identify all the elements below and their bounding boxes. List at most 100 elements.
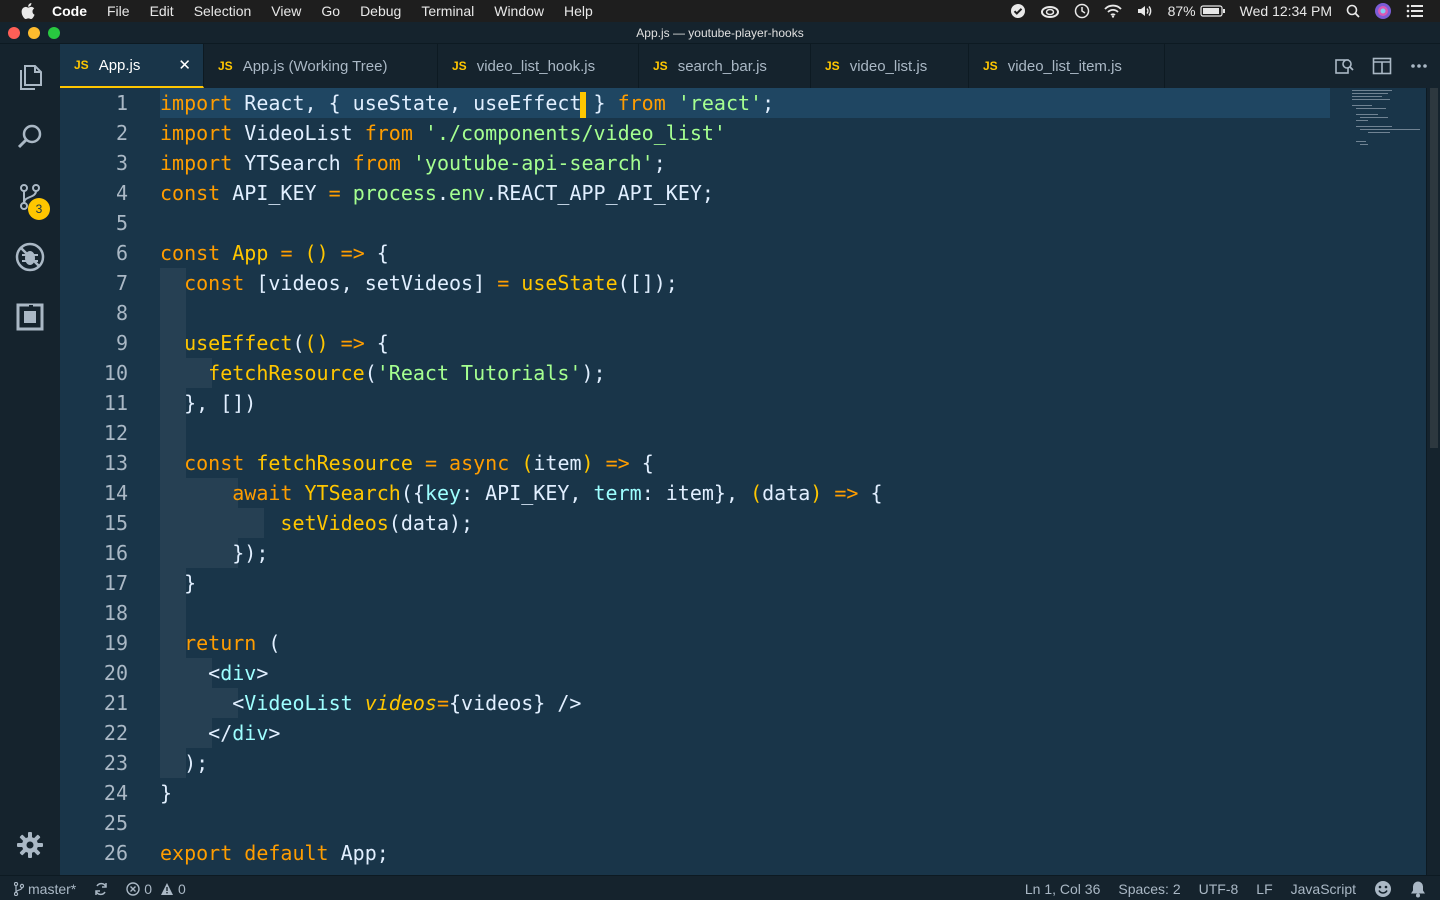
file-encoding[interactable]: UTF-8 <box>1199 881 1239 897</box>
creative-cloud-icon[interactable] <box>1040 4 1060 18</box>
current-code-line[interactable]: import React, { useState, useEffect } fr… <box>160 88 1330 118</box>
cursor-position[interactable]: Ln 1, Col 36 <box>1025 881 1101 897</box>
line-number: 1 <box>115 91 128 115</box>
code-token: ([]); <box>617 271 678 295</box>
code-line[interactable]: ); <box>160 748 208 778</box>
code-line[interactable]: useEffect(() => { <box>160 328 389 358</box>
sync-icon[interactable] <box>94 882 108 896</box>
git-branch[interactable]: master* <box>14 881 76 897</box>
menu-view[interactable]: View <box>271 3 301 19</box>
code-line[interactable]: }); <box>160 538 268 568</box>
code-line[interactable]: await YTSearch({key: API_KEY, term: item… <box>160 478 882 508</box>
close-tab-icon[interactable]: ✕ <box>178 56 191 74</box>
debug-icon[interactable] <box>0 232 60 282</box>
code-line[interactable]: const API_KEY = process.env.REACT_APP_AP… <box>160 178 714 208</box>
notifications-bell-icon[interactable] <box>1410 880 1426 898</box>
code-line[interactable]: <VideoList videos={videos} /> <box>160 688 581 718</box>
language-mode[interactable]: JavaScript <box>1291 881 1356 897</box>
code-token: < <box>160 661 221 685</box>
tab-video-list-hook[interactable]: JS video_list_hook.js <box>438 44 639 88</box>
extensions-icon[interactable] <box>0 292 60 342</box>
code-line[interactable]: </div> <box>160 718 280 748</box>
code-token: > <box>256 661 269 685</box>
wifi-icon[interactable] <box>1103 4 1122 18</box>
split-editor-icon[interactable] <box>1372 57 1392 75</box>
menu-go[interactable]: Go <box>321 3 340 19</box>
code-token: () <box>304 331 329 355</box>
code-token: data <box>762 481 811 505</box>
menu-window[interactable]: Window <box>494 3 544 19</box>
end-of-line[interactable]: LF <box>1256 881 1272 897</box>
feedback-smiley-icon[interactable] <box>1374 880 1392 898</box>
line-number: 21 <box>103 691 128 715</box>
code-line[interactable]: export default App; <box>160 838 389 868</box>
code-token: from <box>352 151 401 175</box>
line-number: 8 <box>115 301 128 325</box>
code-line[interactable]: } <box>160 568 196 598</box>
code-editor[interactable]: 1 2 3 4 5 6 7 8 9 10 11 12 13 14 15 16 17 18 19 20 21 22 23 24 2… <box>60 88 1440 875</box>
code-line[interactable]: } <box>160 778 172 808</box>
close-window-button[interactable] <box>8 27 20 39</box>
code-line[interactable]: return ( <box>160 628 280 658</box>
minimize-window-button[interactable] <box>28 27 40 39</box>
javascript-file-icon: JS <box>218 59 233 73</box>
code-line[interactable]: const [videos, setVideos] = useState([])… <box>160 268 678 298</box>
scrollbar-thumb[interactable] <box>1430 88 1438 448</box>
indentation[interactable]: Spaces: 2 <box>1118 881 1180 897</box>
problems-indicator[interactable]: 0 0 <box>126 881 186 897</box>
menu-edit[interactable]: Edit <box>150 3 174 19</box>
menu-help[interactable]: Help <box>564 3 593 19</box>
code-line[interactable]: const App = () => { <box>160 238 389 268</box>
search-icon[interactable] <box>0 112 60 162</box>
tab-label: search_bar.js <box>677 57 767 75</box>
tab-label: video_list_hook.js <box>476 57 596 75</box>
code-line[interactable]: }, []) <box>160 388 256 418</box>
tab-video-list[interactable]: JS video_list.js <box>811 44 969 88</box>
menu-debug[interactable]: Debug <box>360 3 401 19</box>
notification-center-icon[interactable] <box>1406 4 1424 18</box>
time-machine-icon[interactable] <box>1074 3 1090 19</box>
explorer-icon[interactable] <box>0 52 60 102</box>
code-line[interactable]: fetchResource('React Tutorials'); <box>160 358 605 388</box>
code-line[interactable]: import VideoList from './components/vide… <box>160 118 726 148</box>
tab-label: video_list.js <box>849 57 928 75</box>
more-actions-icon[interactable] <box>1410 63 1428 69</box>
spotlight-search-icon[interactable] <box>1346 4 1360 18</box>
clock[interactable]: Wed 12:34 PM <box>1240 3 1332 19</box>
editor-actions <box>1334 44 1440 88</box>
maximize-window-button[interactable] <box>48 27 60 39</box>
tab-video-list-item[interactable]: JS video_list_item.js <box>969 44 1165 88</box>
settings-gear-icon[interactable] <box>0 820 60 870</box>
open-changes-icon[interactable] <box>1334 56 1354 76</box>
minimap[interactable] <box>1352 88 1422 148</box>
tab-app-js[interactable]: JS App.js ✕ <box>60 44 204 88</box>
tab-app-js-working-tree[interactable]: JS App.js (Working Tree) <box>204 44 438 88</box>
menu-file[interactable]: File <box>107 3 130 19</box>
code-line[interactable]: import YTSearch from 'youtube-api-search… <box>160 148 666 178</box>
volume-icon[interactable] <box>1136 4 1154 18</box>
code-token: fetchResource <box>256 451 413 475</box>
menu-terminal[interactable]: Terminal <box>421 3 474 19</box>
menu-app-code[interactable]: Code <box>52 3 87 19</box>
code-token: setVideos <box>280 511 389 535</box>
code-token: () <box>304 241 329 265</box>
code-line[interactable]: const fetchResource = async (item) => { <box>160 448 654 478</box>
apple-menu-icon[interactable] <box>18 1 38 21</box>
code-line[interactable]: <div> <box>160 658 268 688</box>
code-token: { <box>364 331 389 355</box>
javascript-file-icon: JS <box>983 59 998 73</box>
line-number: 24 <box>103 781 128 805</box>
battery-icon[interactable] <box>1200 5 1226 17</box>
siri-icon[interactable] <box>1374 2 1392 20</box>
checkmark-status-icon[interactable] <box>1010 3 1026 19</box>
menu-selection[interactable]: Selection <box>194 3 252 19</box>
tab-search-bar[interactable]: JS search_bar.js <box>639 44 811 88</box>
vertical-scrollbar[interactable] <box>1426 88 1440 875</box>
code-line[interactable]: setVideos(data); <box>160 508 473 538</box>
